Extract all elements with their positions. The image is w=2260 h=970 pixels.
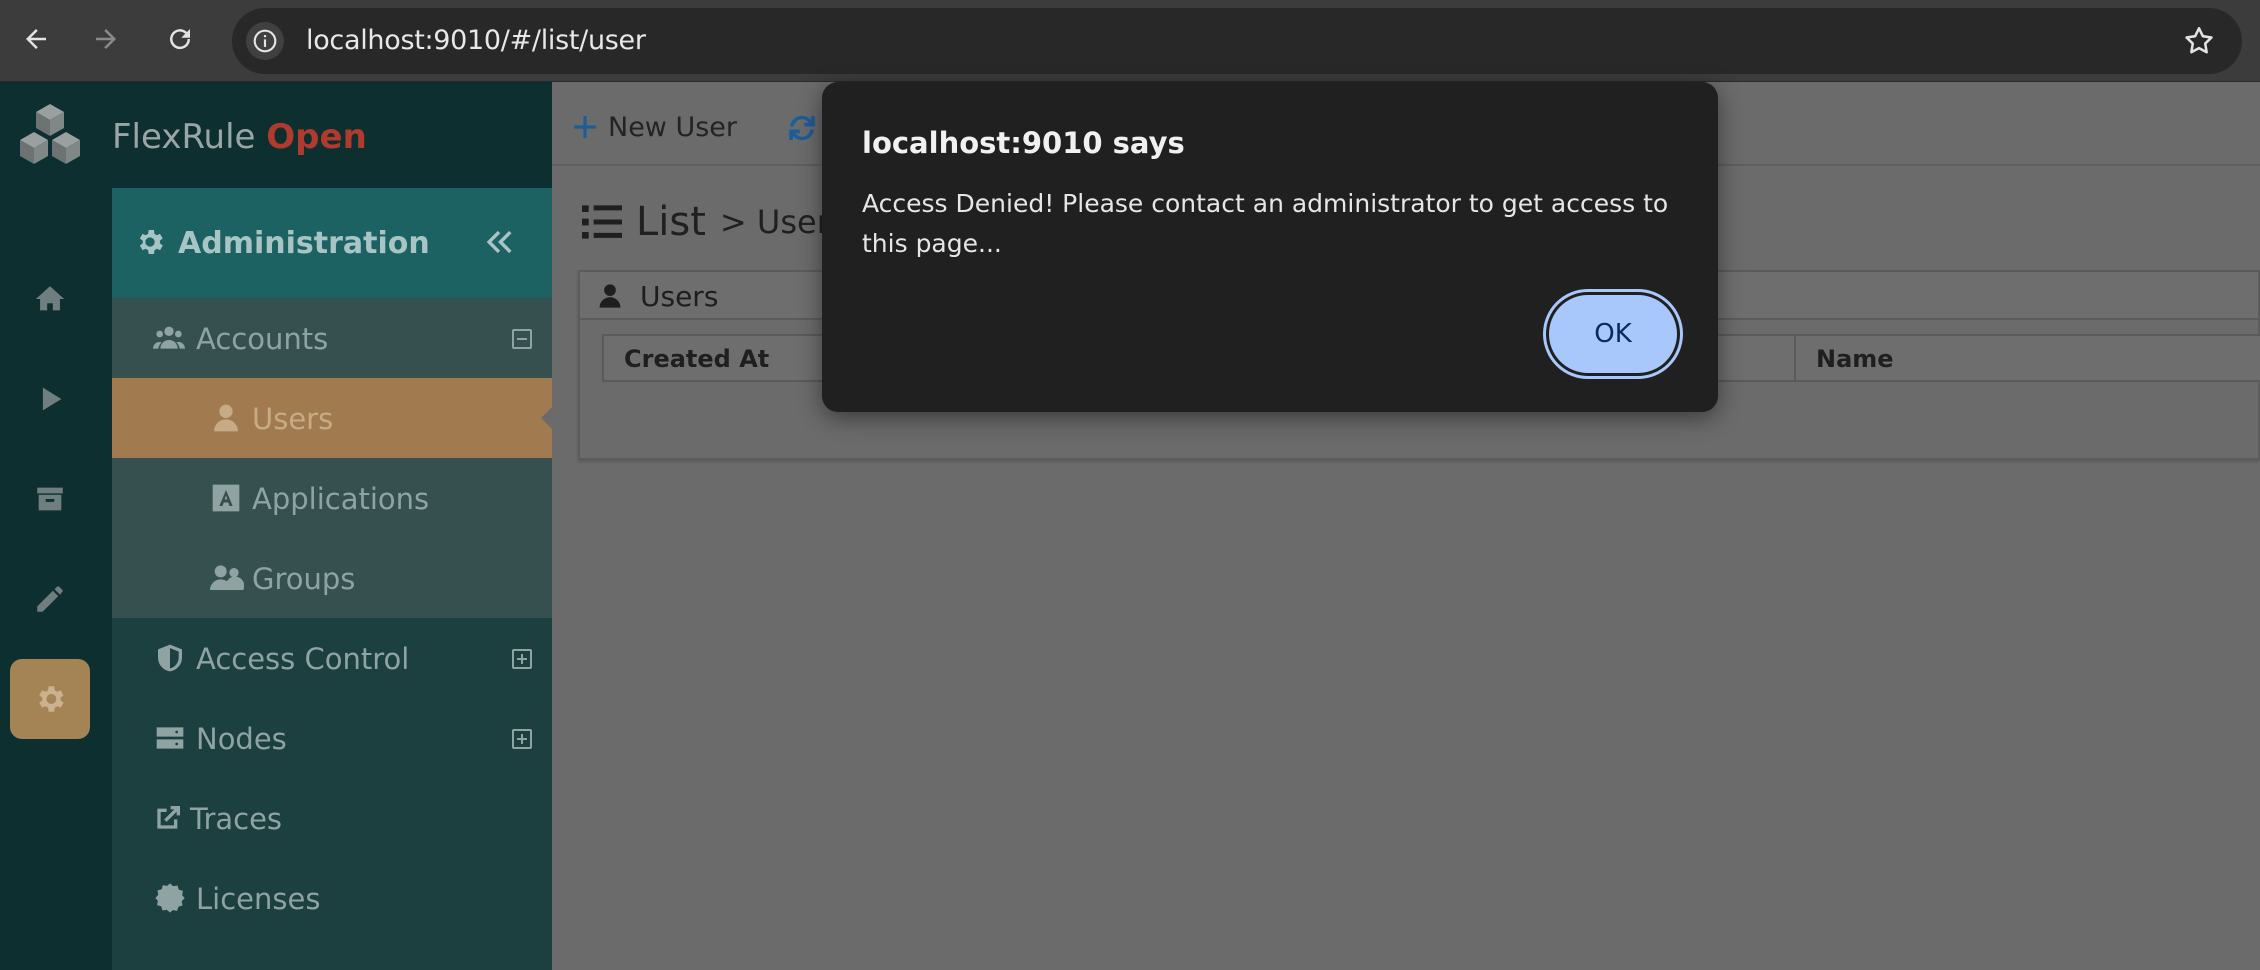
- sidebar-item-users[interactable]: Users: [112, 378, 553, 458]
- collapse-minus-icon[interactable]: [512, 329, 532, 349]
- play-icon: [42, 387, 62, 411]
- panel-title: Users: [640, 280, 719, 313]
- double-chevron-left-icon[interactable]: [482, 224, 516, 260]
- page-title: List > Users: [582, 192, 847, 252]
- sidebar-title: Administration: [178, 226, 430, 261]
- sidebar-item-label: Traces: [190, 802, 283, 836]
- list-icon: [582, 205, 622, 239]
- certificate-badge-icon: [155, 883, 185, 913]
- brand-header: FlexRule Open: [0, 82, 552, 188]
- bookmark-star-icon[interactable]: [2182, 24, 2216, 58]
- forward-arrow-icon: [96, 29, 116, 49]
- dialog-title: localhost:9010 says: [862, 126, 1185, 160]
- back-arrow-icon: [26, 29, 46, 49]
- sidebar-header: Administration: [112, 188, 552, 298]
- user-group-icon: [210, 565, 244, 590]
- pencil-icon: [37, 586, 63, 612]
- sidebar-item-label: Nodes: [196, 722, 287, 756]
- brand-name[interactable]: FlexRule Open: [112, 82, 367, 188]
- expand-plus-icon[interactable]: [512, 649, 532, 669]
- rail-archive[interactable]: [10, 459, 90, 539]
- rail-administration[interactable]: [10, 659, 90, 739]
- sidebar-item-traces[interactable]: Traces: [112, 778, 552, 858]
- forward-button[interactable]: [84, 17, 128, 61]
- brand-accent: Open: [266, 117, 367, 157]
- sidebar-item-applications[interactable]: Applications: [112, 458, 552, 538]
- application-icon: [212, 484, 240, 512]
- url-text[interactable]: localhost:9010/#/list/user: [306, 8, 646, 74]
- alert-dialog: localhost:9010 says Access Denied! Pleas…: [822, 82, 1718, 412]
- admin-sidebar: Administration Accounts Users Applicatio…: [112, 188, 553, 970]
- site-info-icon[interactable]: [246, 22, 284, 60]
- new-user-label: New User: [608, 111, 738, 143]
- gear-icon: [39, 686, 64, 712]
- server-icon: [156, 727, 184, 749]
- sidebar-item-label: Applications: [252, 482, 430, 516]
- sidebar-item-label: Groups: [252, 562, 356, 596]
- sidebar-item-label: Access Control: [196, 642, 410, 676]
- refresh-icon[interactable]: [784, 110, 820, 146]
- sidebar-item-label: Licenses: [196, 882, 321, 916]
- expand-plus-icon[interactable]: [512, 729, 532, 749]
- users-group-icon: [152, 326, 186, 349]
- sidebar-item-groups[interactable]: Groups: [112, 538, 552, 618]
- brand-text: FlexRule: [112, 117, 256, 157]
- sidebar-item-access-control[interactable]: Access Control: [112, 618, 552, 698]
- reload-button[interactable]: [158, 17, 202, 61]
- user-icon: [599, 284, 621, 308]
- gear-icon: [139, 230, 163, 254]
- sidebar-item-licenses[interactable]: Licenses: [112, 858, 552, 938]
- shield-icon: [158, 644, 182, 672]
- home-icon: [35, 286, 65, 311]
- back-button[interactable]: [14, 17, 58, 61]
- ok-button[interactable]: OK: [1543, 289, 1683, 379]
- new-user-button[interactable]: New User: [572, 82, 737, 172]
- plus-icon: [574, 116, 596, 138]
- sidebar-item-label: Accounts: [196, 322, 329, 356]
- page-title-text: List: [636, 199, 706, 245]
- sidebar-item-label: Users: [252, 402, 334, 436]
- sidebar-item-nodes[interactable]: Nodes: [112, 698, 552, 778]
- address-bar[interactable]: localhost:9010/#/list/user: [232, 8, 2242, 74]
- rail-run[interactable]: [10, 359, 90, 439]
- browser-toolbar: localhost:9010/#/list/user: [0, 0, 2260, 82]
- dialog-message: Access Denied! Please contact an adminis…: [862, 189, 1669, 258]
- archive-icon: [37, 487, 63, 511]
- user-icon: [214, 404, 238, 432]
- rail-edit[interactable]: [10, 559, 90, 639]
- external-link-icon: [157, 806, 180, 829]
- flexrule-logo-icon: [20, 104, 80, 164]
- reload-icon: [170, 29, 191, 50]
- sidebar-item-accounts[interactable]: Accounts: [112, 298, 552, 378]
- rail-home[interactable]: [10, 259, 90, 339]
- column-header-name[interactable]: Name: [1796, 336, 2260, 380]
